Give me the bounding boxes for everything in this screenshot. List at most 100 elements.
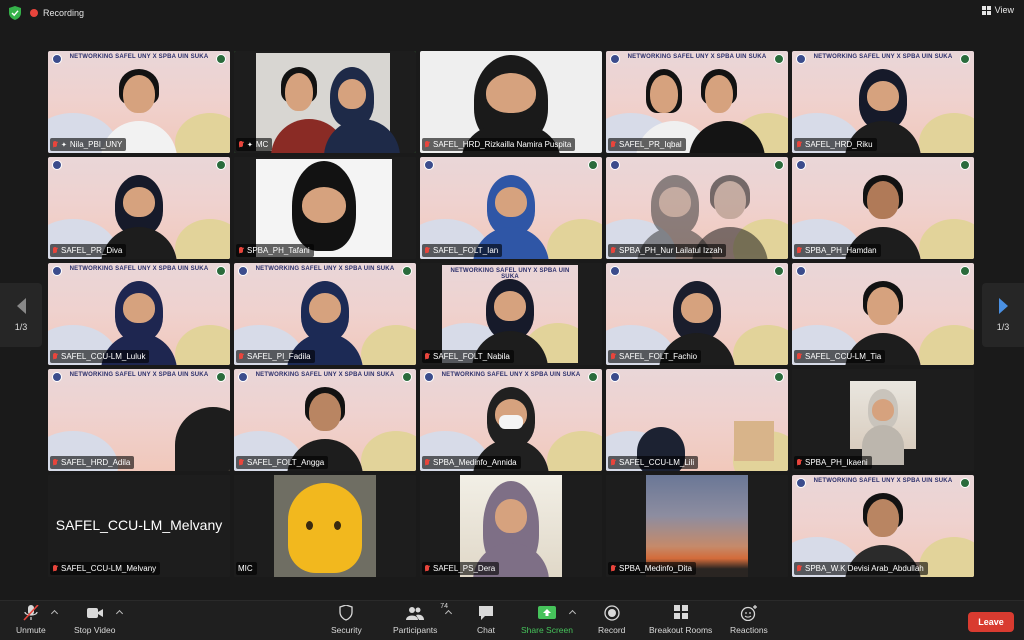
share-screen-button[interactable]: Share Screen <box>521 605 573 635</box>
participant-name-label: SPBA_PH_Ikaeni <box>794 456 872 469</box>
video-tile[interactable]: NETWORKING SAFEL UNY X SPBA UIN SUKA SAF… <box>606 51 788 153</box>
logo-icon <box>960 160 970 170</box>
participant-name-label: ✦ Nila_PBI_UNY <box>50 138 127 151</box>
face-mask <box>499 415 523 429</box>
shield-icon[interactable] <box>9 6 21 20</box>
chat-button[interactable]: Chat <box>477 605 495 635</box>
unmute-label: Unmute <box>16 625 46 635</box>
participant-video <box>274 475 376 577</box>
logo-icon <box>960 266 970 276</box>
participant-name-label: MIC <box>236 562 257 575</box>
video-tile[interactable]: SPBA_PH_Hamdan <box>792 157 974 259</box>
participant-name-label: SAFEL_HRD_Rizkailla Namira Puspita <box>422 138 576 151</box>
video-tile[interactable]: SAFEL_FOLT_Ian <box>420 157 602 259</box>
mic-muted-icon <box>610 458 616 467</box>
next-page-button[interactable]: 1/3 <box>982 283 1024 347</box>
video-tile[interactable]: SAFEL_FOLT_Fachio <box>606 263 788 365</box>
breakout-rooms-button[interactable]: Breakout Rooms <box>649 605 712 635</box>
mic-muted-icon <box>238 140 244 149</box>
logo-icon <box>424 160 434 170</box>
video-tile-active-speaker[interactable]: ✦ MC <box>234 51 416 153</box>
participant-name-label: SAFEL_FOLT_Angga <box>236 456 329 469</box>
video-tile[interactable]: SAFEL_CCU-LM_Lili <box>606 369 788 471</box>
participant-video <box>256 159 392 257</box>
banner-text: NETWORKING SAFEL UNY X SPBA UIN SUKA <box>255 266 395 272</box>
arrow-right-icon <box>998 298 1008 314</box>
logo-icon <box>796 266 806 276</box>
chevron-up-icon[interactable] <box>115 609 124 618</box>
mic-muted-icon <box>424 458 430 467</box>
page-indicator-right: 1/3 <box>996 322 1010 332</box>
video-tile[interactable]: NETWORKING SAFEL UNY X SPBA UIN SUKA SAF… <box>48 263 230 365</box>
recording-indicator[interactable]: Recording <box>30 6 84 20</box>
mic-muted-icon <box>796 458 802 467</box>
video-tile[interactable]: NETWORKING SAFEL UNY X SPBA UIN SUKA SPB… <box>792 475 974 577</box>
participant-video <box>256 53 401 153</box>
top-bar: Recording View <box>0 0 1024 26</box>
participant-name-label: SAFEL_PR_Diva <box>50 244 127 257</box>
video-tile[interactable]: SAFEL_CCU-LM_Tia <box>792 263 974 365</box>
participant-name-label: SAFEL_FOLT_Ian <box>422 244 503 257</box>
breakout-rooms-icon <box>673 605 688 619</box>
security-button[interactable]: Security <box>331 605 362 635</box>
video-tile-camera-off[interactable]: SAFEL_CCU-LM_Melvany SAFEL_CCU-LM_Melvan… <box>48 475 230 577</box>
participant-name-label: SAFEL_FOLT_Fachio <box>608 350 702 363</box>
chevron-up-icon[interactable] <box>50 609 59 618</box>
participant-name-label: SAFEL_CCU-LM_Tia <box>794 350 886 363</box>
video-tile[interactable]: NETWORKING SAFEL UNY X SPBA UIN SUKA SAF… <box>420 263 602 365</box>
view-label: View <box>994 5 1014 15</box>
leave-button[interactable]: Leave <box>968 612 1014 632</box>
recording-dot-icon <box>30 9 38 17</box>
logo-icon <box>610 266 620 276</box>
mascot-image <box>288 483 362 573</box>
mic-muted-icon <box>796 564 802 573</box>
video-tile[interactable]: MIC <box>234 475 416 577</box>
mic-muted-icon <box>52 352 58 361</box>
participant-name-label: SAFEL_FOLT_Nabila <box>422 350 514 363</box>
video-tile[interactable]: SPBA_PH_Nur Lailatul Izzah <box>606 157 788 259</box>
participant-name-label: SAFEL_PI_Fadila <box>236 350 315 363</box>
participant-name-label: SPBA_Medinfo_Dita <box>608 562 696 575</box>
chat-bubble-icon <box>479 606 493 620</box>
video-tile[interactable]: NETWORKING SAFEL UNY X SPBA UIN SUKA SAF… <box>792 51 974 153</box>
video-tile[interactable]: NETWORKING SAFEL UNY X SPBA UIN SUKA SAF… <box>234 263 416 365</box>
video-tile[interactable]: SPBA_Medinfo_Dita <box>606 475 788 577</box>
video-tile[interactable]: SPBA_PH_Tafani <box>234 157 416 259</box>
pin-icon: ✦ <box>61 141 67 149</box>
video-tile[interactable]: NETWORKING SAFEL UNY X SPBA UIN SUKA SAF… <box>48 369 230 471</box>
shield-icon <box>339 605 354 621</box>
chevron-up-icon[interactable] <box>444 609 453 618</box>
video-tile[interactable]: SAFEL_PR_Diva <box>48 157 230 259</box>
banner-text: NETWORKING SAFEL UNY X SPBA UIN SUKA <box>255 372 395 378</box>
video-tile[interactable]: SAFEL_PS_Dera <box>420 475 602 577</box>
participants-icon: 74 <box>406 603 448 621</box>
video-tile[interactable]: SPBA_PH_Ikaeni <box>792 369 974 471</box>
previous-page-button[interactable]: 1/3 <box>0 283 42 347</box>
view-button[interactable]: View <box>981 5 1014 15</box>
participant-name-label: SPBA_Medinfo_Annida <box>422 456 521 469</box>
video-tile[interactable]: SAFEL_HRD_Rizkailla Namira Puspita <box>420 51 602 153</box>
record-button[interactable]: Record <box>598 605 625 635</box>
video-tile[interactable]: NETWORKING SAFEL UNY X SPBA UIN SUKA SAF… <box>234 369 416 471</box>
banner-text: NETWORKING SAFEL UNY X SPBA UIN SUKA <box>813 478 953 484</box>
banner-text: NETWORKING SAFEL UNY X SPBA UIN SUKA <box>69 372 209 378</box>
video-tile[interactable]: NETWORKING SAFEL UNY X SPBA UIN SUKA ✦ Ni… <box>48 51 230 153</box>
pin-icon: ✦ <box>247 141 253 149</box>
security-label: Security <box>331 625 362 635</box>
background-object <box>734 421 774 461</box>
participant-name-label: SAFEL_PR_Iqbal <box>608 138 686 151</box>
participants-button[interactable]: 74 Participants <box>393 603 448 635</box>
stop-video-button[interactable]: Stop Video <box>74 605 115 635</box>
video-tile[interactable]: NETWORKING SAFEL UNY X SPBA UIN SUKA SPB… <box>420 369 602 471</box>
unmute-button[interactable]: Unmute <box>16 605 46 635</box>
stop-video-label: Stop Video <box>74 625 116 635</box>
banner-text: NETWORKING SAFEL UNY X SPBA UIN SUKA <box>69 54 209 60</box>
participant-name-label: SAFEL_CCU-LM_Lili <box>608 456 699 469</box>
reactions-button[interactable]: Reactions <box>730 605 768 635</box>
chat-label: Chat <box>477 625 495 635</box>
participant-name-label: SAFEL_HRD_Adila <box>50 456 135 469</box>
logo-icon <box>796 160 806 170</box>
banner-text: NETWORKING SAFEL UNY X SPBA UIN SUKA <box>813 54 953 60</box>
smiley-plus-icon <box>740 605 757 621</box>
participant-name-label: SPBA_PH_Hamdan <box>794 244 881 257</box>
